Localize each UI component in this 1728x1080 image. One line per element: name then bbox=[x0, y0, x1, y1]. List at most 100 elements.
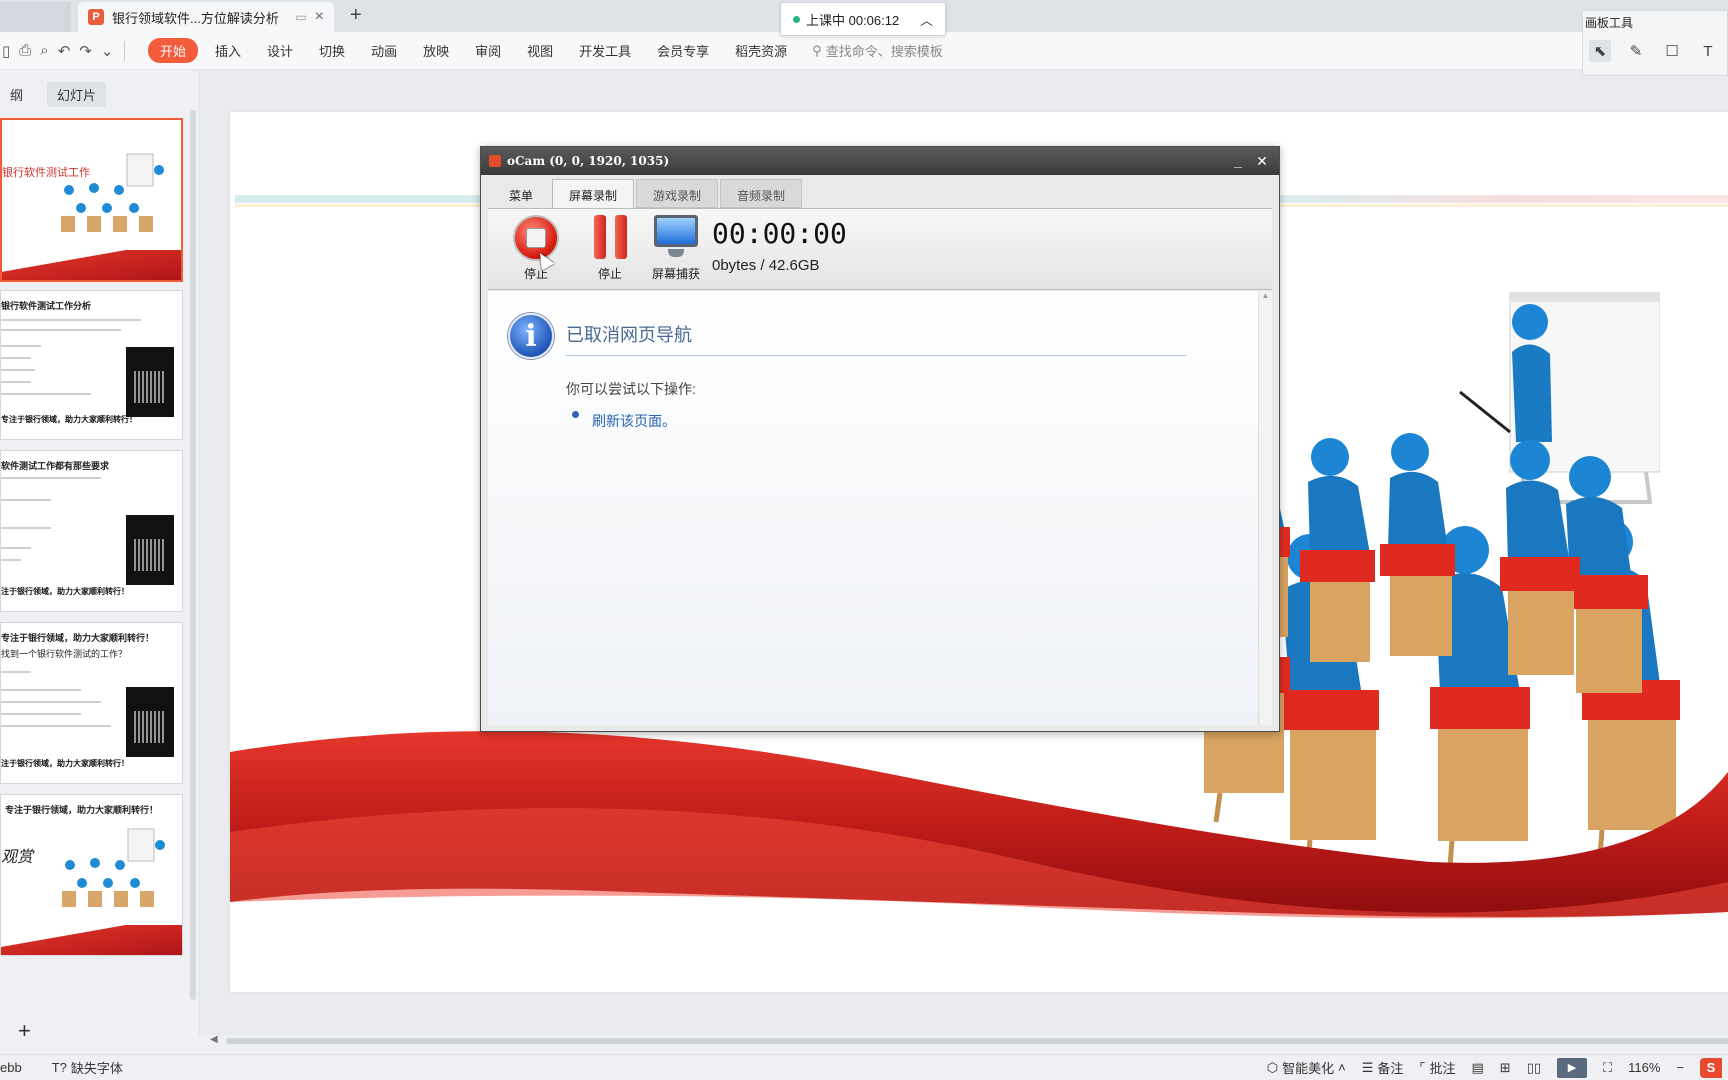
navigation-cancelled-title: 已取消网页导航 bbox=[566, 325, 692, 345]
save-icon[interactable]: ▯ bbox=[2, 42, 10, 60]
document-tab[interactable]: P 银行领域软件...方位解读分析 ▭ × bbox=[78, 2, 334, 32]
menu-insert[interactable]: 插入 bbox=[202, 41, 254, 60]
slide-thumbnail-4[interactable]: 专注于银行领域，助力大家顺利转行！ 找到一个银行软件测试的工作？ 注于银行领域，… bbox=[0, 622, 183, 784]
command-search[interactable]: ⚲ 查找命令、搜索模板 bbox=[812, 41, 943, 60]
customize-chevron-icon[interactable]: ⌄ bbox=[101, 42, 114, 60]
text-line bbox=[1, 369, 35, 371]
screen-capture-button[interactable]: 屏幕捕获 bbox=[644, 215, 708, 282]
content-scrollbar[interactable]: ▲ bbox=[1258, 291, 1272, 725]
red-wave-decoration bbox=[1, 925, 182, 955]
previous-tab[interactable] bbox=[0, 2, 70, 32]
scroll-left-icon[interactable]: ◀ bbox=[210, 1034, 218, 1045]
close-icon[interactable]: ✕ bbox=[1253, 153, 1271, 170]
minimize-icon[interactable]: _ bbox=[1229, 153, 1247, 169]
wps-logo-icon: S bbox=[1700, 1057, 1722, 1078]
chevron-up-icon: ˄ bbox=[1338, 1060, 1346, 1075]
tab-slides[interactable]: 幻灯片 bbox=[47, 82, 107, 107]
thumbnail-footer: 专注于银行领域，助力大家顺利转行！ bbox=[1, 415, 137, 424]
text-line bbox=[1, 547, 31, 549]
ocam-titlebar[interactable]: oCam (0, 0, 1920, 1035) _ ✕ bbox=[481, 147, 1279, 175]
thumbnail-scrollbar[interactable] bbox=[190, 110, 196, 1000]
notes-button[interactable]: ☰ 备注 bbox=[1362, 1058, 1404, 1077]
comments-button[interactable]: ⌜ 批注 bbox=[1419, 1058, 1455, 1077]
thumbnail-subtitle: 找到一个银行软件测试的工作？ bbox=[1, 649, 128, 659]
reading-view-icon[interactable]: ▯▯ bbox=[1527, 1060, 1541, 1076]
drawing-tools-title: 画板工具 bbox=[1585, 16, 1634, 30]
menu-transition[interactable]: 切换 bbox=[306, 41, 358, 60]
pause-button[interactable]: 停止 bbox=[578, 215, 642, 282]
missing-fonts-button[interactable]: T? 缺失字体 bbox=[52, 1058, 123, 1077]
menu-docer[interactable]: 稻壳资源 bbox=[722, 41, 800, 60]
grid-view-icon[interactable]: ⊞ bbox=[1500, 1060, 1511, 1076]
zoom-out-button[interactable]: − bbox=[1676, 1060, 1684, 1075]
qr-code-image bbox=[126, 515, 174, 585]
rectangle-icon[interactable]: ☐ bbox=[1661, 40, 1683, 62]
document-tab-title: 银行领域软件...方位解读分析 bbox=[112, 10, 279, 26]
ocam-title: oCam (0, 0, 1920, 1035) bbox=[507, 154, 670, 168]
comments-label: 批注 bbox=[1429, 1061, 1456, 1076]
text-line bbox=[1, 477, 101, 479]
pause-icon bbox=[587, 215, 633, 261]
text-line bbox=[1, 701, 101, 703]
pause-label: 停止 bbox=[597, 267, 622, 281]
close-tab-icon[interactable]: × bbox=[315, 8, 324, 26]
text-line bbox=[1, 319, 141, 321]
tab-menu[interactable]: 菜单 bbox=[492, 179, 550, 208]
tab-screen-record[interactable]: 屏幕录制 bbox=[552, 179, 635, 208]
scroll-thumb[interactable] bbox=[226, 1038, 1728, 1044]
smart-beautify-button[interactable]: ⬡ 智能美化 ˄ bbox=[1267, 1058, 1346, 1077]
menu-view[interactable]: 视图 bbox=[514, 41, 566, 60]
redo-icon[interactable]: ↷ bbox=[79, 42, 92, 60]
class-live-indicator[interactable]: 上课中 00:06:12 ︿ bbox=[780, 2, 946, 36]
print-icon[interactable]: ⎙ bbox=[19, 42, 31, 59]
ocam-window[interactable]: oCam (0, 0, 1920, 1035) _ ✕ 菜单 屏幕录制 游戏录制… bbox=[480, 146, 1280, 732]
text-line bbox=[1, 499, 51, 501]
menu-member[interactable]: 会员专享 bbox=[644, 41, 722, 60]
classroom-illustration bbox=[62, 828, 165, 907]
tab-outline[interactable]: 纲 bbox=[0, 82, 33, 107]
slide-thumbnail-3[interactable]: 软件测试工作都有那些要求 注于银行领域，助力大家顺利转行！ bbox=[0, 450, 183, 612]
menu-home[interactable]: 开始 bbox=[148, 38, 199, 63]
search-icon: ⚲ bbox=[812, 42, 822, 58]
menu-slideshow[interactable]: 放映 bbox=[410, 41, 462, 60]
new-tab-button[interactable]: + bbox=[350, 4, 362, 27]
text-line bbox=[1, 345, 41, 347]
play-slideshow-icon[interactable]: ▶ bbox=[1557, 1057, 1587, 1078]
tab-game-record[interactable]: 游戏录制 bbox=[636, 179, 719, 208]
divider bbox=[124, 40, 126, 61]
print-preview-icon[interactable]: ⌕ bbox=[40, 42, 48, 59]
select-icon[interactable]: ⬉ bbox=[1589, 40, 1611, 62]
slide-thumbnail-5[interactable]: 专注于银行领域，助力大家顺利转行！ 观赏 bbox=[0, 794, 183, 956]
normal-view-icon[interactable]: ▤ bbox=[1471, 1060, 1483, 1076]
missing-fonts-label: 缺失字体 bbox=[70, 1061, 123, 1076]
window-mini-icon[interactable]: ▭ bbox=[295, 10, 306, 24]
menu-animation[interactable]: 动画 bbox=[358, 41, 410, 60]
fit-window-icon[interactable]: ⛶ bbox=[1603, 1060, 1612, 1076]
tab-audio-record[interactable]: 音频录制 bbox=[720, 179, 803, 208]
slide-thumbnail-2[interactable]: 银行软件测试工作分析 专注于银行领域，助力大家顺利转行！ bbox=[0, 290, 183, 440]
menu-design[interactable]: 设计 bbox=[254, 41, 306, 60]
zoom-level[interactable]: 116% bbox=[1628, 1060, 1660, 1075]
add-slide-button[interactable]: + bbox=[18, 1018, 31, 1044]
text-line bbox=[1, 689, 81, 691]
slide-thumbnail-panel: 纲 幻灯片 银行软件测试工作 银行软件测试工作分析 专注于银行领域，助力大家顺利… bbox=[0, 70, 200, 1043]
menu-developer[interactable]: 开发工具 bbox=[566, 41, 644, 60]
refresh-page-link[interactable]: 刷新该页面。 bbox=[592, 411, 676, 431]
status-bar: ebb T? 缺失字体 ⬡ 智能美化 ˄ ☰ 备注 ⌜ 批注 ▤ ⊞ ▯▯ ▶ … bbox=[0, 1054, 1728, 1080]
text-line bbox=[1, 559, 21, 561]
pen-icon[interactable]: ✎ bbox=[1625, 40, 1647, 62]
undo-icon[interactable]: ↶ bbox=[58, 42, 71, 60]
menu-review[interactable]: 审阅 bbox=[462, 41, 514, 60]
text-line bbox=[1, 725, 111, 727]
chevron-up-icon[interactable]: ︿ bbox=[920, 10, 933, 29]
text-icon[interactable]: T bbox=[1697, 40, 1719, 62]
stop-record-button[interactable]: 停止 bbox=[504, 215, 568, 282]
slide-thumbnail-1[interactable]: 银行软件测试工作 bbox=[0, 118, 183, 282]
theme-name[interactable]: ebb bbox=[0, 1060, 22, 1075]
text-line bbox=[1, 527, 51, 529]
horizontal-scrollbar[interactable]: ◀ bbox=[210, 1034, 1728, 1046]
ocam-logo-icon bbox=[489, 155, 501, 167]
file-size-info: 0bytes / 42.6GB bbox=[712, 257, 820, 274]
search-placeholder: 查找命令、搜索模板 bbox=[825, 44, 943, 59]
text-line bbox=[1, 713, 81, 715]
